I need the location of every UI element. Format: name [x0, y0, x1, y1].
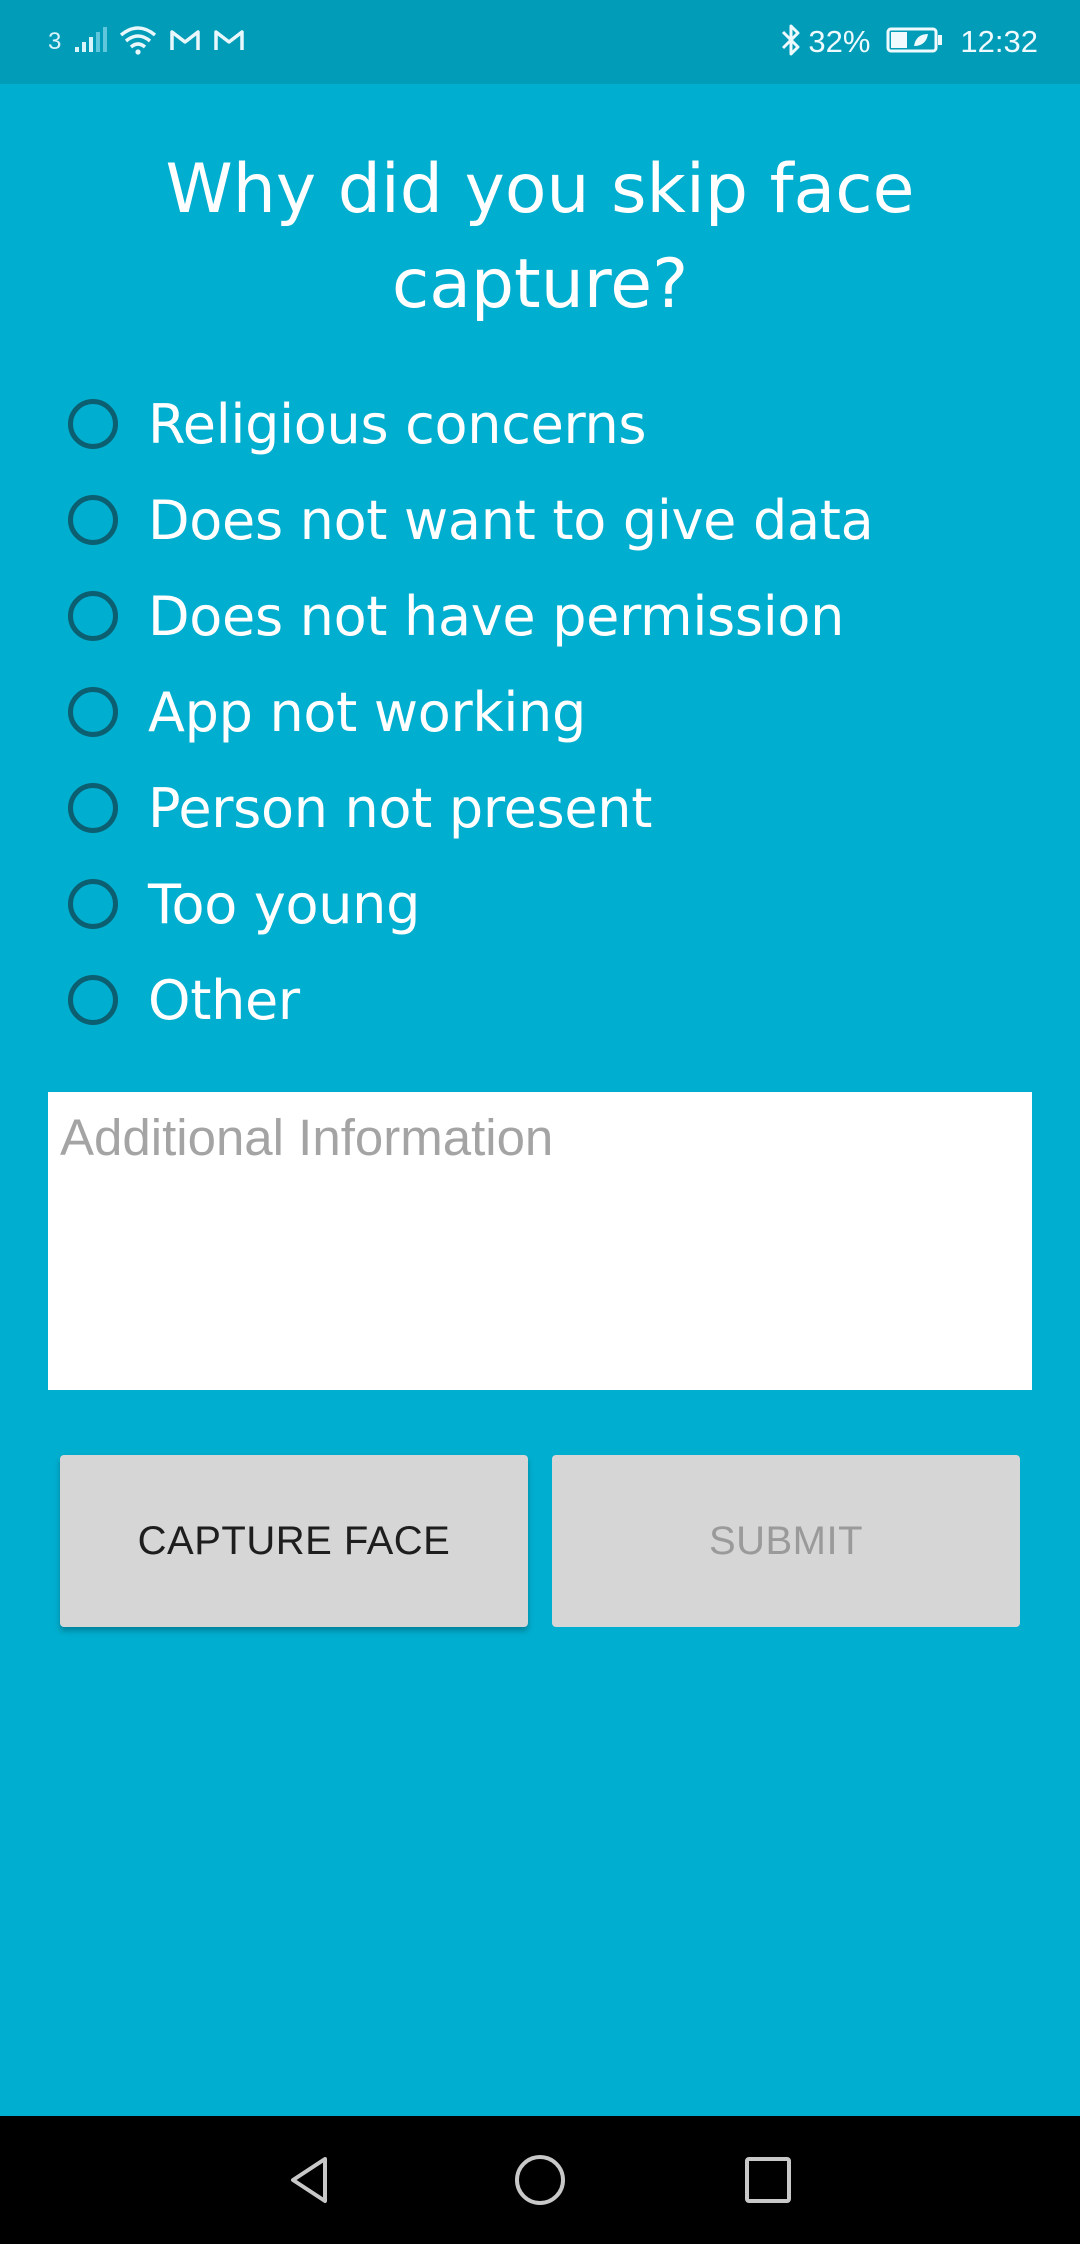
battery-percent: 32% — [808, 24, 871, 59]
option-label: Does not want to give data — [148, 488, 874, 552]
back-button[interactable] — [250, 2116, 370, 2244]
option-does-not-have-permission[interactable]: Does not have permission — [64, 568, 1024, 664]
radio-button[interactable] — [68, 879, 118, 929]
skip-reason-radio-group: Religious concerns Does not want to give… — [64, 376, 1024, 1048]
status-left: 3 — [48, 0, 245, 84]
navigation-bar — [0, 2116, 1080, 2244]
home-button[interactable] — [480, 2116, 600, 2244]
option-does-not-want-to-give-data[interactable]: Does not want to give data — [64, 472, 1024, 568]
option-religious-concerns[interactable]: Religious concerns — [64, 376, 1024, 472]
option-label: Too young — [148, 872, 421, 936]
option-person-not-present[interactable]: Person not present — [64, 760, 1024, 856]
radio-button[interactable] — [68, 495, 118, 545]
battery-icon — [886, 26, 944, 59]
additional-information-input[interactable] — [48, 1092, 1032, 1390]
clock: 12:32 — [960, 24, 1038, 59]
wifi-icon — [119, 25, 157, 60]
submit-button[interactable]: SUBMIT — [552, 1455, 1020, 1627]
radio-button[interactable] — [68, 687, 118, 737]
option-label: App not working — [148, 680, 586, 744]
status-right: 32% 12:32 — [780, 0, 1038, 84]
option-label: Person not present — [148, 776, 653, 840]
option-app-not-working[interactable]: App not working — [64, 664, 1024, 760]
capture-face-button[interactable]: CAPTURE FACE — [60, 1455, 528, 1627]
radio-button[interactable] — [68, 399, 118, 449]
recents-icon — [745, 2157, 791, 2203]
option-other[interactable]: Other — [64, 952, 1024, 1048]
gmail-icon — [169, 28, 201, 57]
page-title: Why did you skip face capture? — [165, 150, 915, 324]
home-icon — [515, 2155, 565, 2205]
sim-indicator: 3 — [48, 28, 62, 55]
option-too-young[interactable]: Too young — [64, 856, 1024, 952]
radio-button[interactable] — [68, 783, 118, 833]
bluetooth-icon — [780, 23, 802, 62]
option-label: Religious concerns — [148, 392, 647, 456]
option-label: Does not have permission — [148, 584, 845, 648]
option-label: Other — [148, 968, 300, 1032]
radio-button[interactable] — [68, 591, 118, 641]
gmail-icon — [213, 28, 245, 57]
back-icon — [291, 2157, 327, 2203]
status-bar: 3 32% 12:32 — [0, 0, 1080, 84]
radio-button[interactable] — [68, 975, 118, 1025]
recents-button[interactable] — [708, 2116, 828, 2244]
signal-icon — [73, 26, 108, 58]
